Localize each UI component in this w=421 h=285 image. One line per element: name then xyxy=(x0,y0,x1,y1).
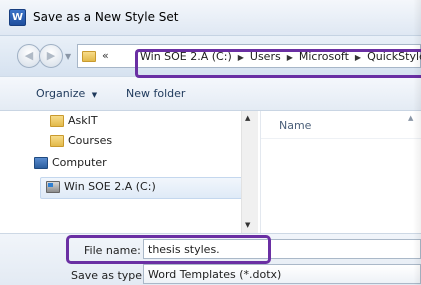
window-title: Save as a New Style Set xyxy=(33,10,179,24)
drive-icon xyxy=(46,181,60,193)
command-toolbar: Organize ▼ New folder xyxy=(0,76,421,111)
file-list-pane[interactable]: Name ▲ xyxy=(260,111,421,233)
overflow-chevron-icon[interactable]: « xyxy=(102,49,109,62)
title-bar: W Save as a New Style Set xyxy=(0,0,421,36)
word-document-icon: W xyxy=(9,9,26,26)
folder-icon xyxy=(50,115,64,127)
file-name-highlight-box xyxy=(66,235,271,264)
forward-button[interactable]: ▶ xyxy=(39,44,63,68)
save-as-type-value: Word Templates (*.dotx) xyxy=(148,268,282,281)
nav-item-label: Courses xyxy=(68,134,113,147)
computer-icon xyxy=(34,157,48,169)
save-as-type-select[interactable]: Word Templates (*.dotx) xyxy=(143,264,421,284)
nav-item-label: Win SOE 2.A (C:) xyxy=(64,180,156,193)
scroll-up-icon[interactable]: ▲ xyxy=(245,114,250,122)
scroll-down-icon[interactable]: ▼ xyxy=(245,221,250,229)
forward-arrow-icon: ▶ xyxy=(46,49,56,62)
nav-item-label: AskIT xyxy=(68,114,98,127)
organize-button[interactable]: Organize ▼ xyxy=(36,87,97,100)
column-header-name[interactable]: Name xyxy=(279,119,311,132)
navigation-pane: AskIT Courses Computer Win SOE 2.A (C:) xyxy=(0,111,260,233)
chevron-down-icon: ▼ xyxy=(91,91,98,99)
save-as-type-label: Save as type: xyxy=(71,269,146,282)
back-button[interactable]: ◀ xyxy=(17,44,41,68)
folder-icon xyxy=(50,135,64,147)
navigation-scrollbar[interactable]: ▲ ▼ xyxy=(241,111,258,233)
header-divider xyxy=(261,138,421,139)
back-arrow-icon: ◀ xyxy=(24,49,34,62)
folder-icon xyxy=(82,51,96,62)
nav-item-label: Computer xyxy=(52,156,107,169)
new-folder-button[interactable]: New folder xyxy=(126,87,185,100)
address-highlight-box xyxy=(135,49,421,78)
sort-indicator-icon: ▲ xyxy=(408,114,414,122)
organize-label: Organize xyxy=(36,87,86,100)
recent-locations-dropdown-icon[interactable]: ▼ xyxy=(65,52,71,61)
